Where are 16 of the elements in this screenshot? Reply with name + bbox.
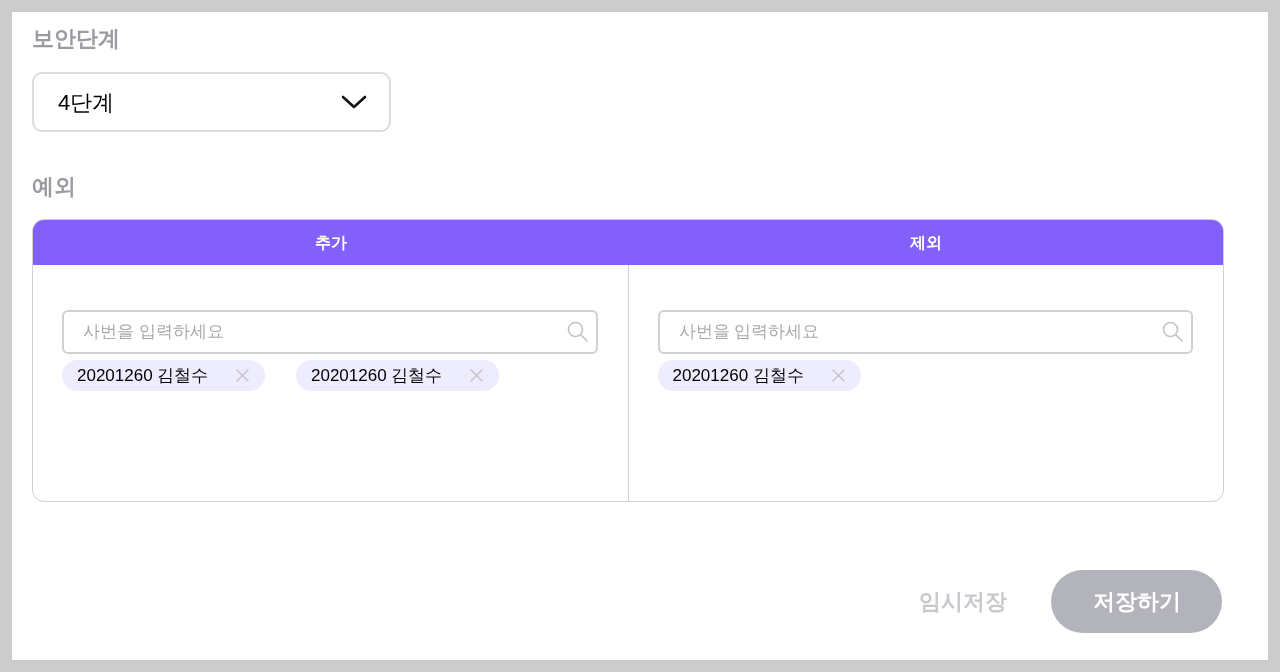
search-icon xyxy=(566,321,588,342)
search-field[interactable]: 사번을 입력하세요 xyxy=(62,310,598,354)
section-title: 보안단계 xyxy=(32,25,120,53)
level-select[interactable]: 4단계 xyxy=(32,72,391,132)
tag-label: 20201260 김철수 xyxy=(77,364,209,387)
chevron-down-icon xyxy=(341,95,367,109)
close-icon[interactable] xyxy=(236,369,249,382)
search-icon xyxy=(1162,321,1183,342)
close-icon[interactable] xyxy=(470,369,483,382)
section-title: 예외 xyxy=(32,173,76,201)
column-header: 추가 xyxy=(314,232,347,253)
close-icon[interactable] xyxy=(831,369,845,382)
tag-label: 20201260 김철수 xyxy=(311,364,443,387)
tag-label: 20201260 김철수 xyxy=(672,364,804,387)
column-header: 제외 xyxy=(909,232,942,253)
search-field[interactable]: 사번을 입력하세요 xyxy=(657,310,1193,354)
